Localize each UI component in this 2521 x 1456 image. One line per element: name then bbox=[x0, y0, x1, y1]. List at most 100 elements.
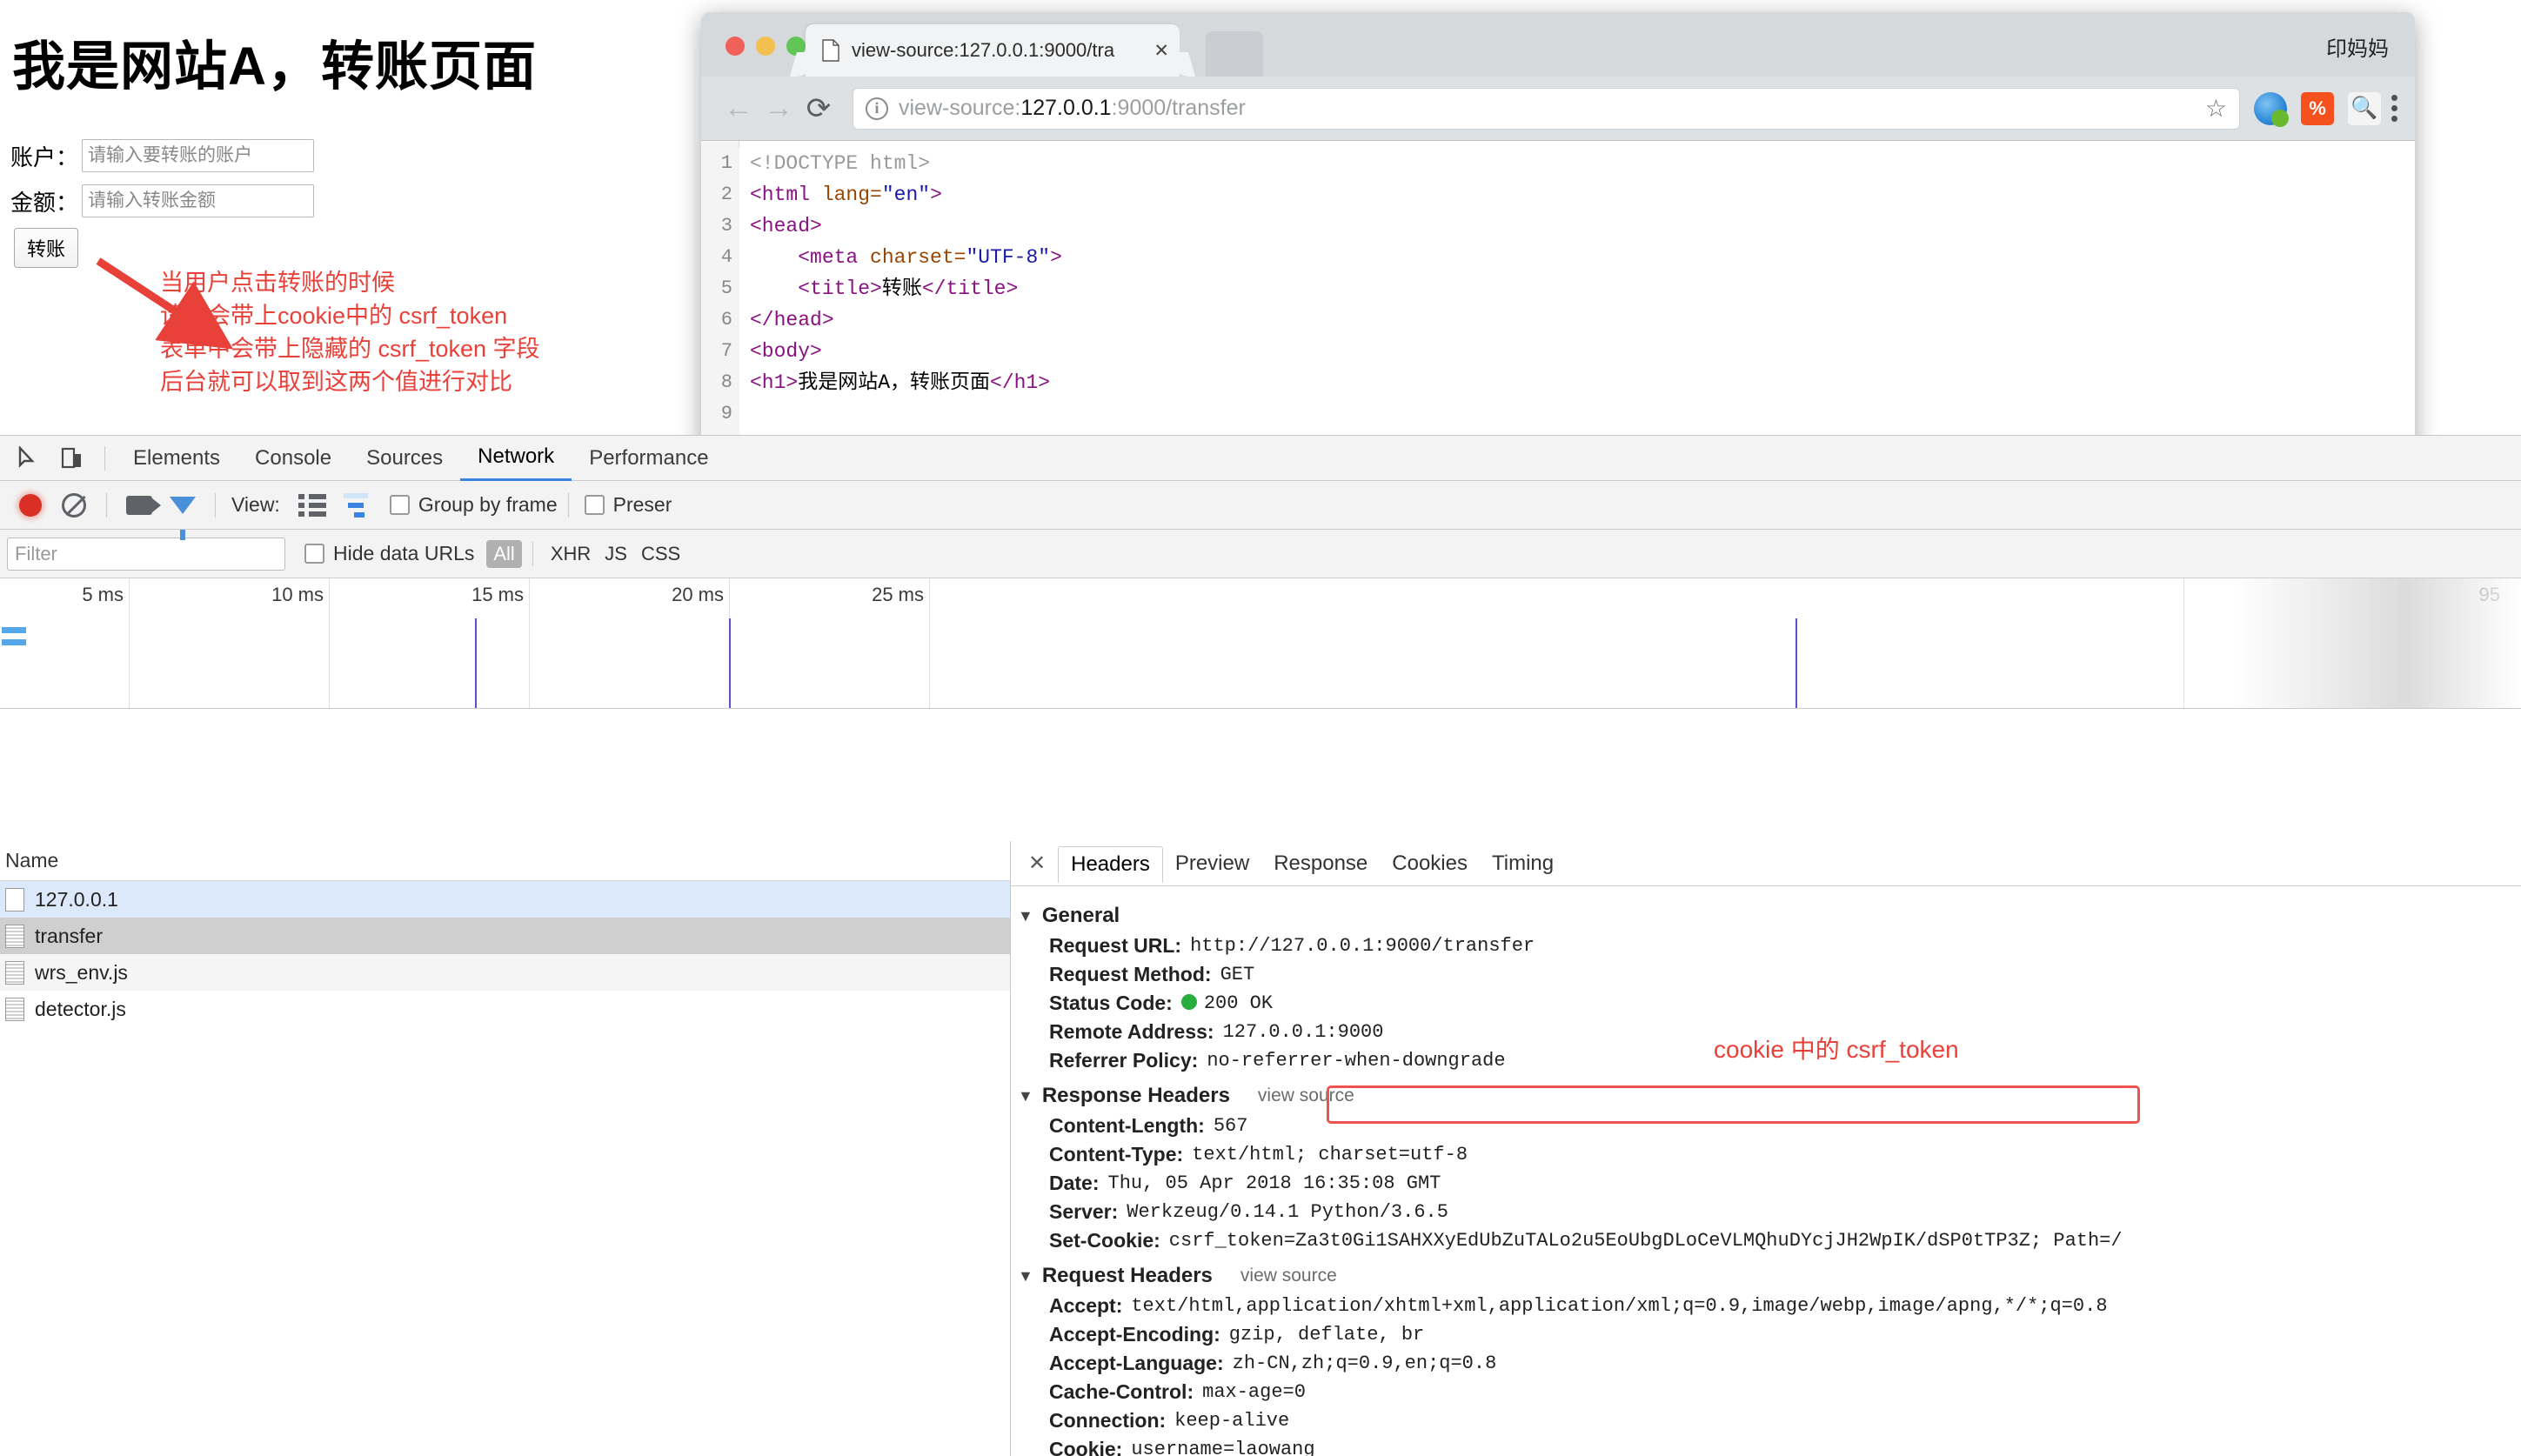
preserve-log-checkbox[interactable] bbox=[584, 495, 605, 515]
group-by-frame-checkbox[interactable] bbox=[389, 495, 410, 515]
request-detail-tabs: ✕ Headers Preview Response Cookies Timin… bbox=[1011, 841, 2521, 886]
page-file-icon bbox=[822, 39, 839, 62]
network-filter-input[interactable] bbox=[7, 537, 285, 571]
code-toggle-extension-icon[interactable]: % bbox=[2301, 91, 2334, 125]
tab-close-icon[interactable]: ✕ bbox=[1154, 40, 1169, 62]
tab-sources[interactable]: Sources bbox=[349, 436, 460, 481]
detail-tab-headers[interactable]: Headers bbox=[1058, 845, 1163, 883]
filter-type-css[interactable]: CSS bbox=[634, 540, 687, 568]
url-rest: :9000/transfer bbox=[1111, 96, 1246, 120]
timeline-request-bar bbox=[2, 639, 26, 645]
chevron-down-icon[interactable]: ▼ bbox=[1018, 1087, 1033, 1105]
response-headers-section-title[interactable]: ▼ Response Headers view source bbox=[1018, 1084, 2521, 1108]
script-file-icon bbox=[5, 997, 24, 1021]
table-row[interactable]: transfer bbox=[0, 918, 1010, 954]
detail-tab-cookies[interactable]: Cookies bbox=[1380, 846, 1480, 881]
filter-type-js[interactable]: JS bbox=[598, 540, 634, 568]
record-network-log-icon[interactable] bbox=[9, 484, 52, 527]
transfer-submit-button[interactable]: 转账 bbox=[14, 228, 79, 268]
toolbar-divider bbox=[106, 492, 107, 518]
group-by-frame-label: Group by frame bbox=[418, 493, 558, 516]
bookmark-star-icon[interactable]: ☆ bbox=[2195, 94, 2227, 123]
header-name: Cache-Control: bbox=[1049, 1380, 1194, 1403]
general-section-title[interactable]: ▼ General bbox=[1018, 904, 2521, 928]
browser-toolbar: ← → ⟳ i view-source:127.0.0.1:9000/trans… bbox=[701, 77, 2415, 141]
network-filter-bar: Hide data URLs All XHR JS CSS bbox=[0, 530, 2521, 578]
header-value: 567 bbox=[1213, 1115, 1248, 1137]
header-name: Content-Type: bbox=[1049, 1143, 1184, 1165]
tab-elements[interactable]: Elements bbox=[116, 436, 237, 481]
chevron-down-icon[interactable]: ▼ bbox=[1018, 907, 1033, 925]
line-source: <!DOCTYPE html> bbox=[750, 152, 931, 175]
network-list-header: Name bbox=[0, 841, 1010, 881]
chrome-menu-icon[interactable] bbox=[2391, 95, 2397, 122]
filter-type-xhr[interactable]: XHR bbox=[544, 540, 598, 568]
tab-console[interactable]: Console bbox=[237, 436, 349, 481]
close-detail-icon[interactable]: ✕ bbox=[1016, 851, 1058, 876]
magnifier-extension-icon[interactable]: 🔍 bbox=[2348, 91, 2381, 125]
browser-profile-name[interactable]: 印妈妈 bbox=[2326, 31, 2389, 62]
request-headers-section-title[interactable]: ▼ Request Headers view source bbox=[1018, 1264, 2521, 1288]
device-toolbar-icon[interactable] bbox=[50, 437, 94, 480]
header-name: Referrer Policy: bbox=[1049, 1049, 1199, 1072]
header-row: Connection: keep-alive bbox=[1018, 1406, 2521, 1435]
view-source-link[interactable]: view source bbox=[1240, 1266, 1337, 1286]
browser-tab-view-source[interactable]: view-source:127.0.0.1:9000/tra ✕ bbox=[806, 24, 1180, 77]
globe-refresh-extension-icon[interactable] bbox=[2254, 91, 2289, 127]
line-number: 1 bbox=[701, 148, 739, 179]
address-bar-url: view-source:127.0.0.1:9000/transfer bbox=[899, 96, 1246, 121]
money-input[interactable] bbox=[82, 184, 315, 217]
account-input[interactable] bbox=[82, 139, 315, 172]
header-value: csrf_token=Za3t0Gi1SAHXXyEdUbZuTALo2u5Eo… bbox=[1168, 1230, 2123, 1252]
toolbar-divider bbox=[567, 492, 569, 518]
forward-icon[interactable]: → bbox=[759, 89, 799, 129]
header-value: 127.0.0.1:9000 bbox=[1222, 1021, 1384, 1043]
filter-funnel-icon[interactable] bbox=[161, 484, 204, 540]
new-tab-button[interactable] bbox=[1206, 31, 1263, 77]
account-label: 账户： bbox=[10, 144, 79, 170]
capture-screenshots-icon[interactable] bbox=[117, 484, 161, 527]
timeline-dom-event-marker bbox=[475, 618, 477, 708]
tab-performance[interactable]: Performance bbox=[572, 436, 726, 481]
header-row: Cache-Control: max-age=0 bbox=[1018, 1378, 2521, 1406]
header-name: Request Method: bbox=[1049, 963, 1212, 985]
header-name: Accept-Encoding: bbox=[1049, 1323, 1220, 1346]
header-value: keep-alive bbox=[1174, 1410, 1290, 1432]
clear-network-log-icon[interactable] bbox=[52, 484, 96, 527]
toolbar-divider bbox=[215, 492, 216, 518]
reload-icon[interactable]: ⟳ bbox=[799, 89, 839, 129]
source-line: 7 <body> bbox=[701, 336, 2415, 367]
view-source-link[interactable]: view source bbox=[1258, 1085, 1354, 1106]
header-value: http://127.0.0.1:9000/transfer bbox=[1190, 935, 1535, 957]
page-annotation-text: 当用户点击转账的时候 请求会带上cookie中的 csrf_token 表单中会… bbox=[160, 270, 540, 395]
line-number: 6 bbox=[701, 304, 739, 336]
line-source: <html lang="en"> bbox=[750, 184, 942, 206]
chevron-down-icon[interactable]: ▼ bbox=[1018, 1267, 1033, 1286]
header-name: Remote Address: bbox=[1049, 1020, 1214, 1043]
headers-scroll-area[interactable]: ▼ General Request URL: http://127.0.0.1:9… bbox=[1011, 886, 2521, 1456]
address-bar[interactable]: i view-source:127.0.0.1:9000/transfer ☆ bbox=[853, 87, 2240, 130]
script-file-icon bbox=[5, 960, 24, 985]
back-icon[interactable]: ← bbox=[719, 89, 759, 129]
page-info-icon[interactable]: i bbox=[866, 97, 888, 120]
tab-network[interactable]: Network bbox=[460, 436, 572, 481]
close-window-button[interactable] bbox=[726, 37, 745, 56]
detail-tab-preview[interactable]: Preview bbox=[1163, 846, 1261, 881]
money-field-row: 金额： bbox=[10, 184, 315, 217]
filter-type-all[interactable]: All bbox=[486, 539, 522, 568]
table-row[interactable]: detector.js bbox=[0, 991, 1010, 1027]
network-timeline-overview[interactable]: 5 ms 10 ms 15 ms 20 ms 25 ms 95 bbox=[0, 578, 2521, 709]
header-row: Set-Cookie: csrf_token=Za3t0Gi1SAHXXyEdUb… bbox=[1018, 1226, 2521, 1255]
header-value: Thu, 05 Apr 2018 16:35:08 GMT bbox=[1107, 1172, 1441, 1194]
view-waterfall-icon[interactable] bbox=[334, 484, 378, 527]
account-field-row: 账户： bbox=[10, 139, 315, 172]
hide-data-urls-checkbox[interactable] bbox=[304, 544, 324, 564]
detail-tab-response[interactable]: Response bbox=[1261, 846, 1380, 881]
minimize-window-button[interactable] bbox=[756, 37, 775, 56]
table-row[interactable]: wrs_env.js bbox=[0, 954, 1010, 991]
inspect-element-icon[interactable] bbox=[7, 437, 50, 480]
table-row[interactable]: 127.0.0.1 bbox=[0, 881, 1010, 918]
view-list-icon[interactable] bbox=[291, 484, 334, 527]
devtools-tab-bar: Elements Console Sources Network Perform… bbox=[0, 436, 2521, 481]
detail-tab-timing[interactable]: Timing bbox=[1480, 846, 1566, 881]
